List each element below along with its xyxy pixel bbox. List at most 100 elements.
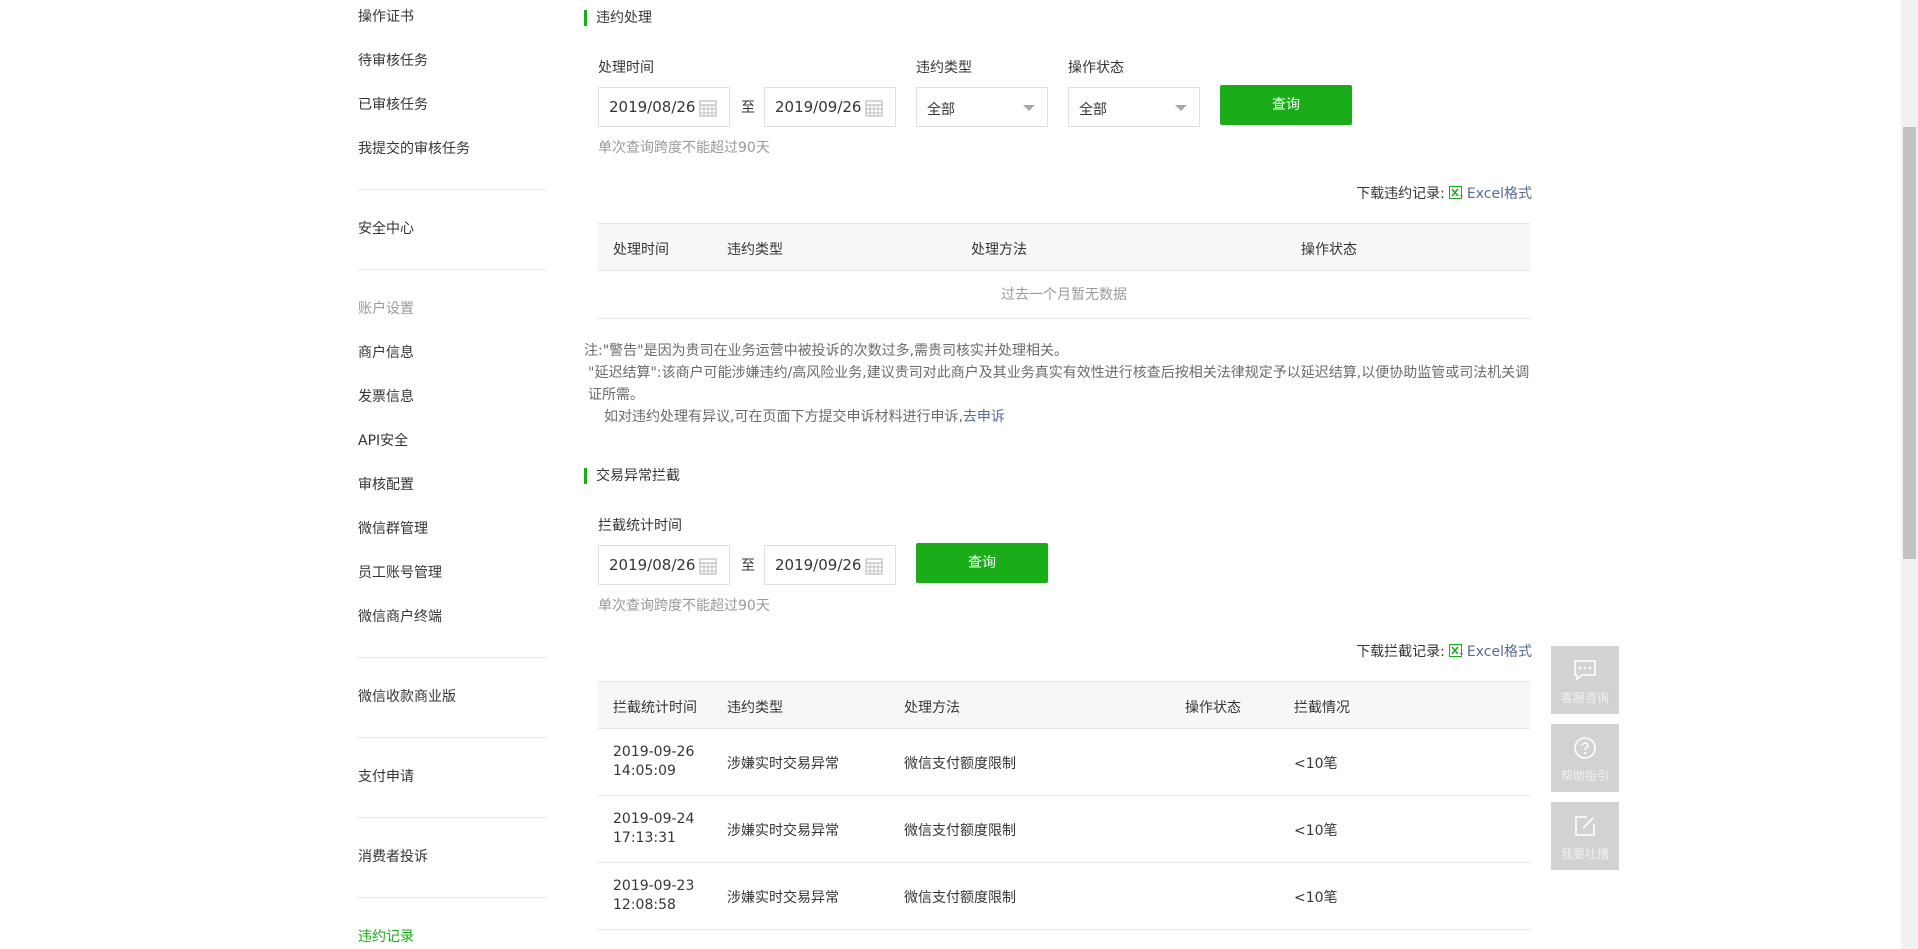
page-scrollbar-thumb[interactable]	[1903, 127, 1916, 559]
intercept-end-date-input[interactable]: 2019/09/26	[764, 545, 896, 585]
cell-result: <10笔	[1294, 756, 1338, 772]
sidebar-item-business-edition[interactable]: 微信收款商业版	[358, 675, 546, 719]
column-header: 操作状态	[1185, 700, 1241, 716]
intercept-download: 下载拦截记录: Excel格式	[1356, 641, 1532, 661]
empty-state: 过去一个月暂无数据	[598, 271, 1530, 319]
sidebar-item-consumer-complaints[interactable]: 消费者投诉	[358, 835, 546, 879]
date-value: 2019/08/26	[609, 556, 696, 574]
download-label: 下载拦截记录:	[1356, 644, 1445, 660]
cell-method: 微信支付额度限制	[904, 890, 1016, 906]
cell-type: 涉嫌实时交易异常	[727, 823, 839, 839]
sidebar-item-my-submitted-tasks[interactable]: 我提交的审核任务	[358, 127, 546, 171]
sidebar-item-pending-tasks[interactable]: 待审核任务	[358, 39, 546, 83]
cell-method: 微信支付额度限制	[904, 756, 1016, 772]
intercept-query-button[interactable]: 查询	[916, 543, 1048, 583]
sidebar-item-staff-accounts[interactable]: 员工账号管理	[358, 551, 546, 595]
note-line: 注:"警告"是因为贵司在业务运营中被投诉的次数过多,需贵司核实并处理相关。	[584, 343, 1069, 359]
column-header: 处理方法	[904, 700, 960, 716]
note-line: "延迟结算":该商户可能涉嫌违约/高风险业务,建议贵司对此商户及其业务真实有效性…	[588, 365, 1530, 403]
violation-query-hint: 单次查询跨度不能超过90天	[598, 140, 770, 156]
select-value: 全部	[1079, 102, 1107, 118]
sidebar-item-security-center[interactable]: 安全中心	[358, 207, 546, 251]
violation-excel-link[interactable]: Excel格式	[1467, 186, 1532, 202]
appeal-link[interactable]: 去申诉	[963, 409, 1005, 425]
date-value: 2019/09/26	[775, 98, 862, 116]
table-header: 处理时间 违约类型 处理方法 操作状态	[598, 223, 1530, 271]
cell-time: 2019-09-24 17:13:31	[613, 811, 695, 846]
column-header: 处理时间	[613, 242, 669, 258]
select-value: 全部	[927, 102, 955, 118]
calendar-icon	[699, 558, 717, 575]
date-value: 2019/09/26	[775, 556, 862, 574]
cell-type: 涉嫌实时交易异常	[727, 890, 839, 906]
cell-result: <10笔	[1294, 890, 1338, 906]
sidebar-item-payment-apply[interactable]: 支付申请	[358, 755, 546, 799]
violation-status-label: 操作状态	[1068, 60, 1124, 76]
help-guide-button[interactable]: 帮助指引	[1551, 724, 1619, 792]
note-text: 如对违约处理有异议,可在页面下方提交申诉材料进行申诉,	[604, 409, 963, 425]
column-header: 拦截统计时间	[613, 700, 697, 716]
sidebar-item-api-security[interactable]: API安全	[358, 419, 546, 463]
column-header: 违约类型	[727, 242, 783, 258]
table-row: 2019-09-26 14:05:09 涉嫌实时交易异常 微信支付额度限制 <1…	[598, 729, 1530, 796]
chevron-down-icon	[1175, 105, 1187, 111]
cell-method: 微信支付额度限制	[904, 823, 1016, 839]
cell-time: 2019-09-26 14:05:09	[613, 744, 695, 779]
intercept-table: 拦截统计时间 违约类型 处理方法 操作状态 拦截情况 2019-09-26 14…	[598, 681, 1530, 930]
intercept-excel-link[interactable]: Excel格式	[1467, 644, 1532, 660]
cell-result: <10笔	[1294, 823, 1338, 839]
tool-label: 客服咨询	[1560, 691, 1609, 705]
sidebar-divider	[358, 189, 546, 190]
chat-icon	[1574, 660, 1596, 681]
sidebar-item-review-config[interactable]: 审核配置	[358, 463, 546, 507]
excel-icon	[1448, 644, 1463, 657]
customer-service-button[interactable]: 客服咨询	[1551, 646, 1619, 714]
violation-start-date-input[interactable]: 2019/08/26	[598, 87, 730, 127]
intercept-section-title: 交易异常拦截	[584, 467, 680, 485]
column-header: 拦截情况	[1294, 700, 1350, 716]
table-header: 拦截统计时间 违约类型 处理方法 操作状态 拦截情况	[598, 681, 1530, 729]
sidebar-divider	[358, 897, 546, 898]
sidebar-divider	[358, 737, 546, 738]
cell-time: 2019-09-23 12:08:58	[613, 878, 695, 913]
sidebar-item-merchant-terminal[interactable]: 微信商户终端	[358, 595, 546, 639]
intercept-start-date-input[interactable]: 2019/08/26	[598, 545, 730, 585]
violation-end-date-input[interactable]: 2019/09/26	[764, 87, 896, 127]
violation-status-select[interactable]: 全部	[1068, 87, 1200, 127]
sidebar-item-reviewed-tasks[interactable]: 已审核任务	[358, 83, 546, 127]
sidebar: 操作证书 待审核任务 已审核任务 我提交的审核任务 安全中心 账户设置 商户信息…	[358, 0, 546, 949]
date-value: 2019/08/26	[609, 98, 696, 116]
column-header: 违约类型	[727, 700, 783, 716]
help-icon	[1574, 737, 1596, 759]
sidebar-divider	[358, 817, 546, 818]
sidebar-item-wechat-group[interactable]: 微信群管理	[358, 507, 546, 551]
violation-section-title: 违约处理	[584, 9, 652, 27]
intercept-query-hint: 单次查询跨度不能超过90天	[598, 598, 770, 614]
calendar-icon	[699, 100, 717, 117]
table-row: 2019-09-23 12:08:58 涉嫌实时交易异常 微信支付额度限制 <1…	[598, 863, 1530, 930]
sidebar-divider	[358, 657, 546, 658]
sidebar-heading-account-settings: 账户设置	[358, 301, 414, 317]
column-header: 操作状态	[1301, 242, 1357, 258]
violation-time-label: 处理时间	[598, 60, 654, 76]
excel-icon	[1448, 186, 1463, 199]
sidebar-item-violation-records[interactable]: 违约记录	[358, 915, 546, 949]
violation-note: 注:"警告"是因为贵司在业务运营中被投诉的次数过多,需贵司核实并处理相关。 "延…	[584, 340, 1534, 428]
sidebar-divider	[358, 269, 546, 270]
violation-type-select[interactable]: 全部	[916, 87, 1048, 127]
tool-label: 帮助指引	[1560, 769, 1609, 783]
calendar-icon	[865, 558, 883, 575]
feedback-button[interactable]: 我要吐槽	[1551, 802, 1619, 870]
intercept-time-label: 拦截统计时间	[598, 518, 682, 534]
violation-query-button[interactable]: 查询	[1220, 85, 1352, 125]
sidebar-item-cert[interactable]: 操作证书	[358, 0, 546, 39]
violation-type-label: 违约类型	[916, 60, 972, 76]
violation-download: 下载违约记录: Excel格式	[1356, 183, 1532, 203]
sidebar-item-invoice-info[interactable]: 发票信息	[358, 375, 546, 419]
sidebar-item-merchant-info[interactable]: 商户信息	[358, 331, 546, 375]
note-line: 如对违约处理有异议,可在页面下方提交申诉材料进行申诉,去申诉	[584, 406, 1534, 428]
floating-tools: 客服咨询 帮助指引 我要吐槽	[1551, 646, 1619, 880]
date-range-separator: 至	[741, 558, 755, 574]
table-row: 2019-09-24 17:13:31 涉嫌实时交易异常 微信支付额度限制 <1…	[598, 796, 1530, 863]
calendar-icon	[865, 100, 883, 117]
